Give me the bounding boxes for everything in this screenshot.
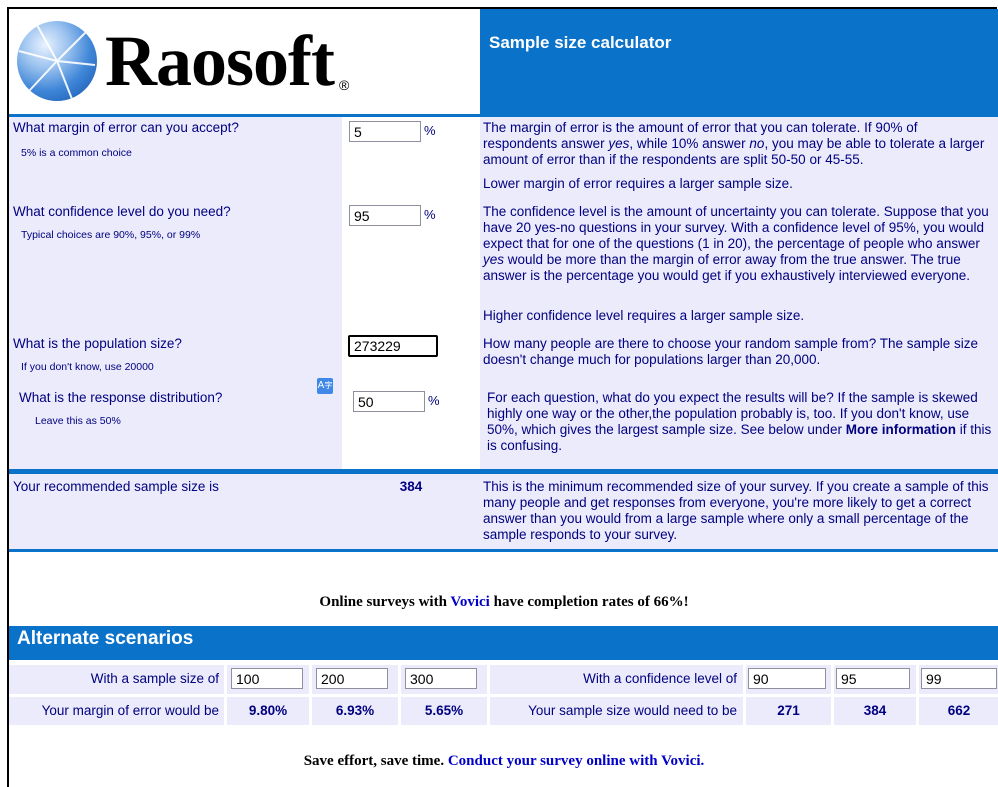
alt-margin-value-1: 9.80% xyxy=(248,703,288,718)
result-value: 384 xyxy=(399,479,423,494)
confidence-hint: Typical choices are 90%, 95%, or 99% xyxy=(21,229,201,241)
alt-sample-input-1[interactable] xyxy=(231,668,303,689)
margin-would-be-label: Your margin of error would be xyxy=(41,703,219,718)
page-title: Sample size calculator xyxy=(489,33,672,52)
alt-sample-input-2[interactable] xyxy=(316,668,388,689)
alt-confidence-input-3[interactable] xyxy=(921,668,997,689)
population-description: How many people are there to choose your… xyxy=(483,336,978,367)
logo-area: Raosoft ® xyxy=(9,9,480,114)
result-divider-top xyxy=(9,469,998,474)
population-input[interactable] xyxy=(348,335,438,357)
title-bar xyxy=(480,9,998,114)
confidence-question: What confidence level do you need? xyxy=(13,204,231,219)
result-description: This is the minimum recommended size of … xyxy=(483,479,989,542)
page-frame: Raosoft ® Sample size calculator What ma… xyxy=(7,7,998,787)
alt-need-value-1: 271 xyxy=(777,703,800,718)
sample-need-label: Your sample size would need to be xyxy=(528,703,737,718)
result-divider-bottom xyxy=(9,549,998,552)
translate-icon[interactable]: A字 xyxy=(317,378,333,394)
registered-mark: ® xyxy=(339,77,350,93)
alt-need-value-2: 384 xyxy=(863,703,887,718)
vovici-link[interactable]: Vovici xyxy=(450,594,489,610)
margin-description: The margin of error is the amount of err… xyxy=(483,120,985,167)
distribution-hint: Leave this as 50% xyxy=(35,415,121,427)
alt-margin-value-3: 5.65% xyxy=(424,703,464,718)
result-label: Your recommended sample size is xyxy=(13,479,219,494)
promo-save-effort: Save effort, save time. Conduct your sur… xyxy=(303,753,705,769)
confidence-input[interactable] xyxy=(349,205,421,226)
promo-completion-rates: Online surveys with Vovici have completi… xyxy=(319,594,689,610)
alt-need-value-3: 662 xyxy=(947,703,971,718)
distribution-question: What is the response distribution? xyxy=(19,390,223,405)
margin-note: Lower margin of error requires a larger … xyxy=(483,176,793,191)
alt-confidence-input-2[interactable] xyxy=(836,668,910,689)
distribution-unit: % xyxy=(428,393,440,408)
alt-confidence-input-1[interactable] xyxy=(748,668,826,689)
header-divider xyxy=(9,114,998,117)
sample-size-label: With a sample size of xyxy=(90,671,219,686)
confidence-level-label: With a confidence level of xyxy=(583,671,737,686)
margin-question: What margin of error can you accept? xyxy=(13,120,239,135)
confidence-unit: % xyxy=(424,207,436,222)
row-sep xyxy=(9,694,998,697)
confidence-note: Higher confidence level requires a large… xyxy=(483,308,805,323)
raosoft-globe-icon xyxy=(17,21,97,101)
more-information-link[interactable]: More information xyxy=(846,422,956,437)
population-question: What is the population size? xyxy=(13,336,182,351)
alt-sample-input-3[interactable] xyxy=(405,668,477,689)
alternate-scenarios-title: Alternate scenarios xyxy=(17,628,194,649)
alt-margin-value-2: 6.93% xyxy=(335,703,375,718)
conduct-survey-link[interactable]: Conduct your survey online with Vovici. xyxy=(448,753,704,769)
confidence-description: The confidence level is the amount of un… xyxy=(483,204,989,283)
margin-unit: % xyxy=(424,123,436,138)
distribution-input[interactable] xyxy=(353,391,425,412)
logo-text: Raosoft xyxy=(105,21,335,101)
population-hint: If you don't know, use 20000 xyxy=(21,361,154,373)
distribution-description: For each question, what do you expect th… xyxy=(487,390,992,453)
margin-input[interactable] xyxy=(349,121,421,142)
margin-hint: 5% is a common choice xyxy=(21,147,132,159)
